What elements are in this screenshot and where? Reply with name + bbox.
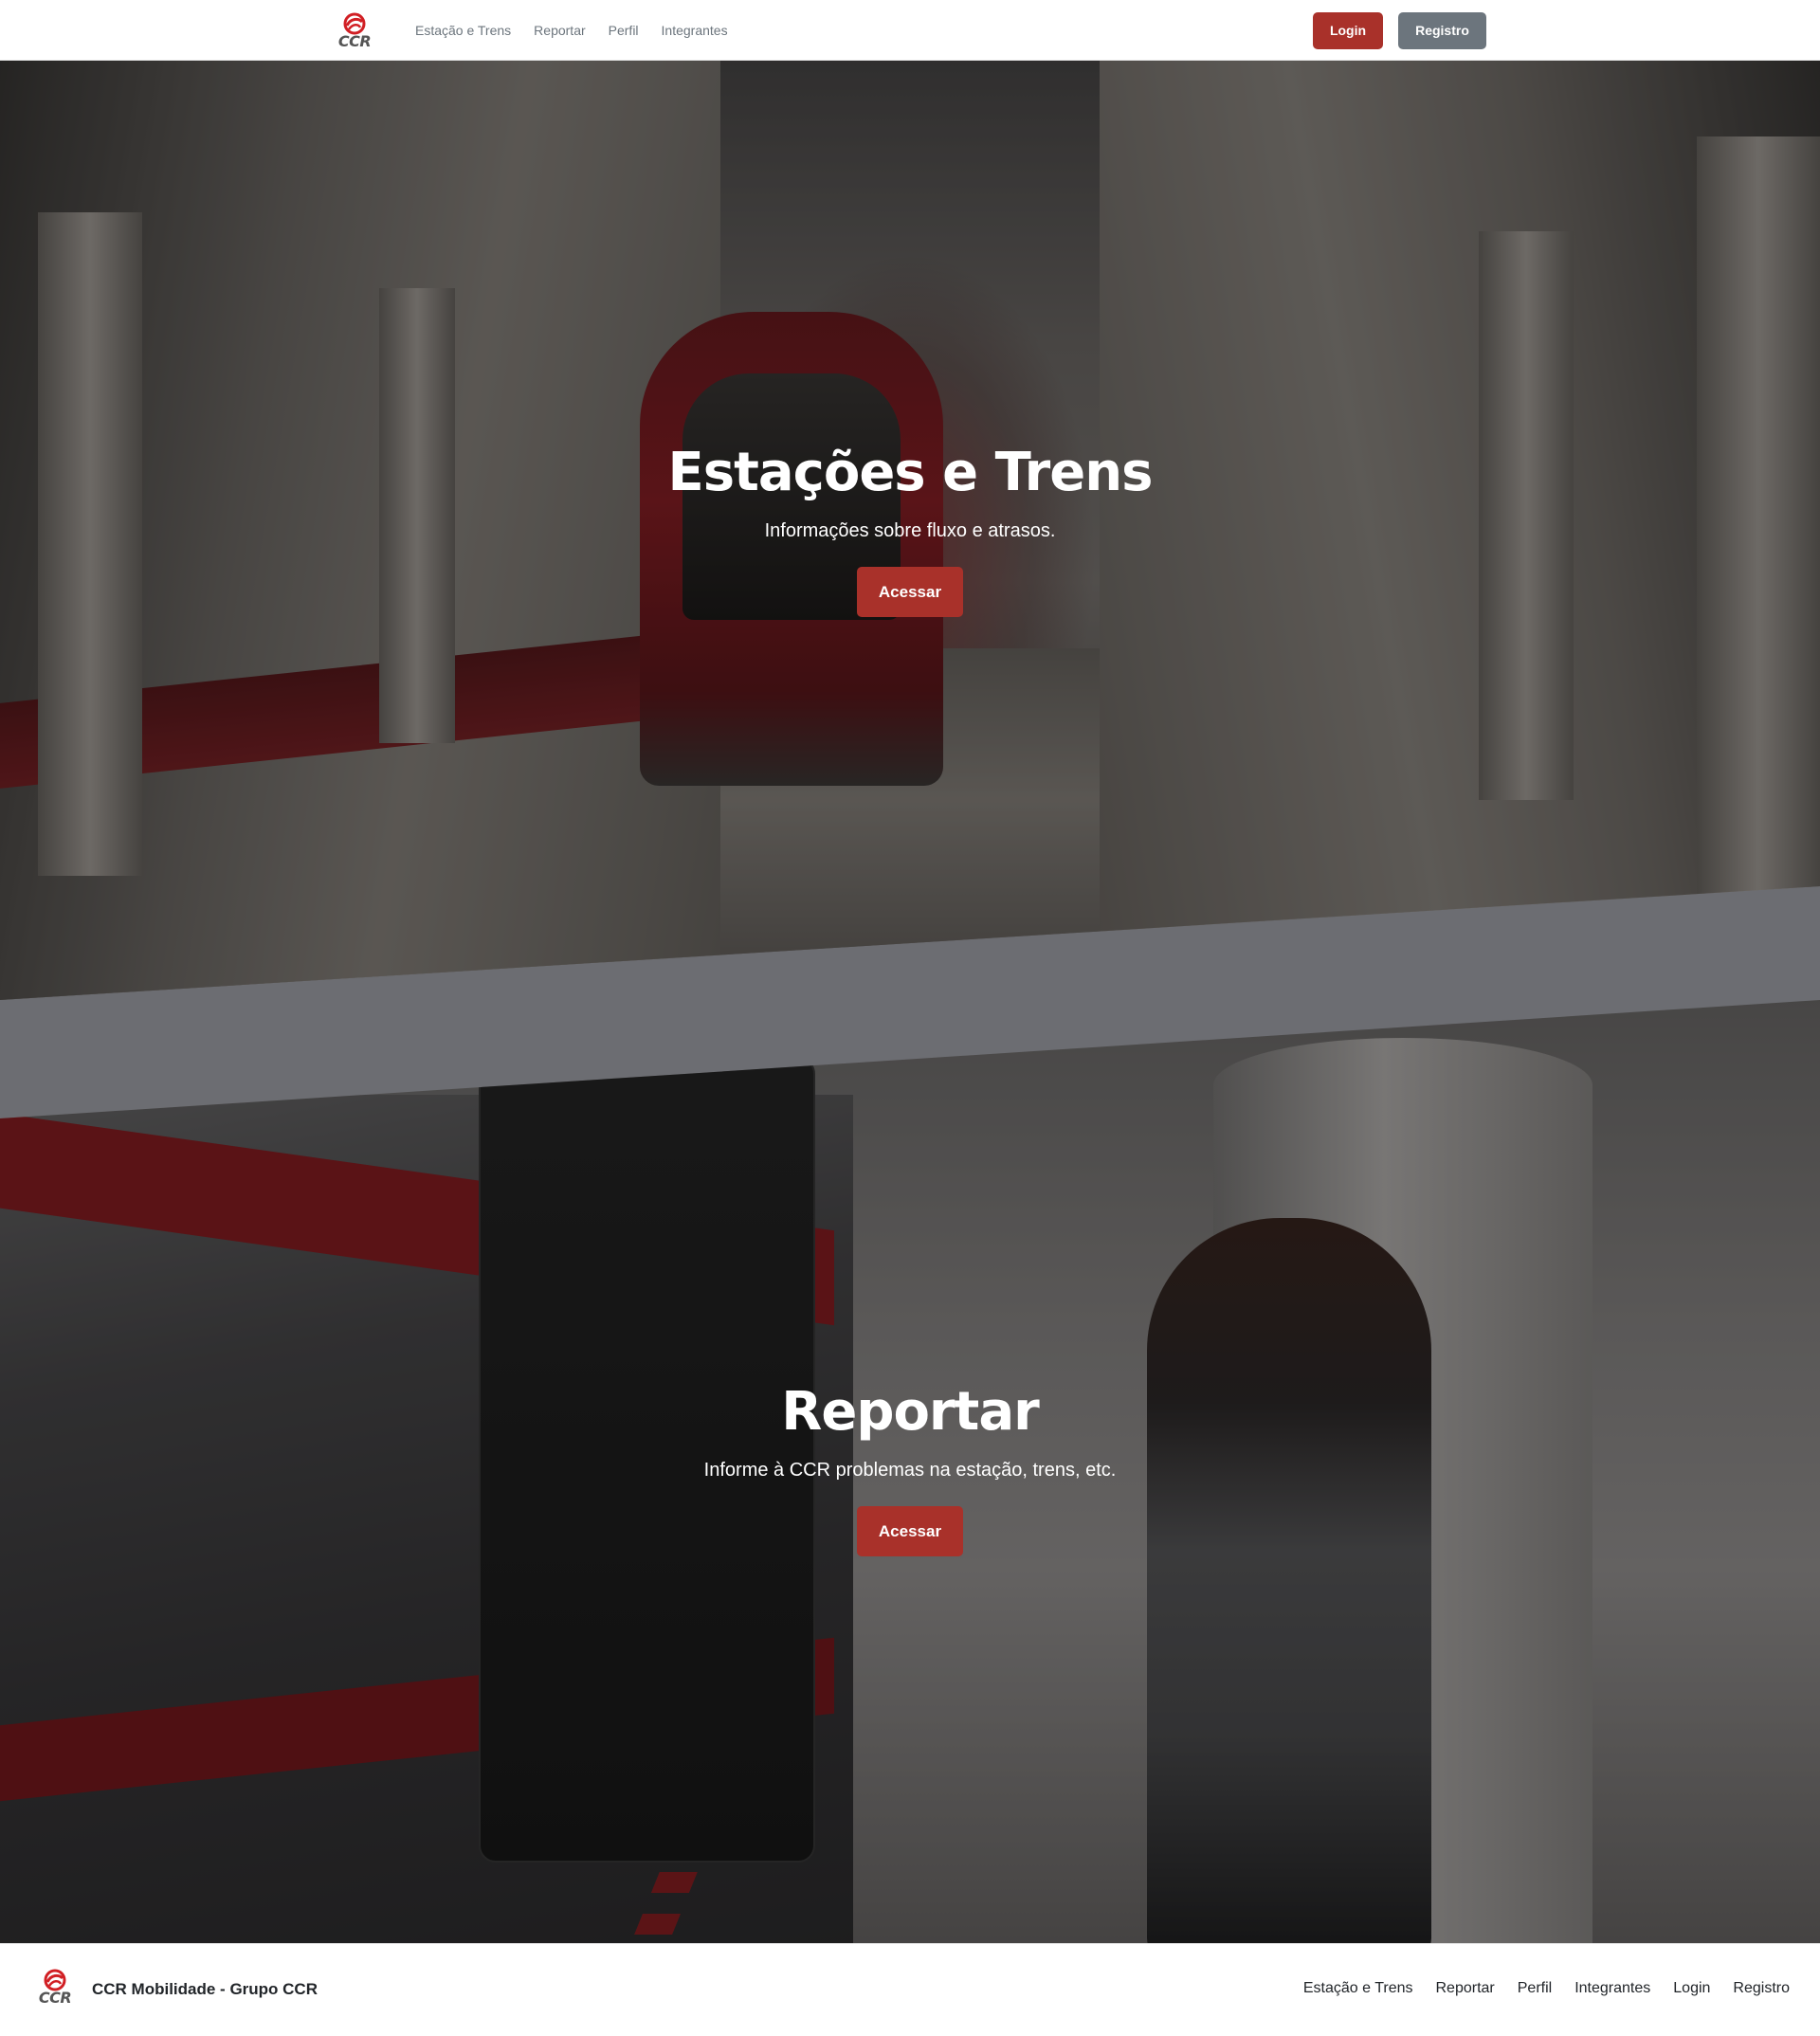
footer-link-reportar[interactable]: Reportar bbox=[1425, 1980, 1506, 1997]
nav-link-integrantes[interactable]: Integrantes bbox=[650, 23, 739, 38]
footer-link-registro[interactable]: Registro bbox=[1721, 1980, 1790, 1997]
hero-stations-subtitle: Informações sobre fluxo e atrasos. bbox=[764, 520, 1056, 541]
hero-stations: Estações e Trens Informações sobre fluxo… bbox=[0, 61, 1820, 1000]
ccr-logo-icon bbox=[343, 12, 366, 34]
login-button[interactable]: Login bbox=[1313, 11, 1383, 49]
hero-report-subtitle: Informe à CCR problemas na estação, tren… bbox=[703, 1460, 1117, 1481]
nav-link-reportar[interactable]: Reportar bbox=[522, 23, 596, 38]
hero-report-acessar-button[interactable]: Acessar bbox=[857, 1506, 963, 1556]
footer: CCR CCR Mobilidade - Grupo CCR Estação e… bbox=[0, 1943, 1820, 2036]
navbar-inner: CCR Estação e Trens Reportar Perfil Inte… bbox=[334, 0, 1486, 61]
footer-link-login[interactable]: Login bbox=[1662, 1980, 1721, 1997]
logo-text: CCR bbox=[337, 31, 372, 50]
nav-link-estacao-trens[interactable]: Estação e Trens bbox=[404, 23, 522, 38]
hero-stations-acessar-button[interactable]: Acessar bbox=[857, 567, 963, 617]
registro-button[interactable]: Registro bbox=[1398, 11, 1486, 49]
footer-logo-text: CCR bbox=[38, 1989, 72, 2007]
footer-ccr-logo[interactable]: CCR bbox=[38, 1969, 72, 2006]
footer-brand-name: CCR Mobilidade - Grupo CCR bbox=[92, 1980, 318, 1998]
navbar: CCR Estação e Trens Reportar Perfil Inte… bbox=[0, 0, 1820, 61]
hero-stations-content: Estações e Trens Informações sobre fluxo… bbox=[0, 442, 1820, 617]
hero-report-title: Reportar bbox=[781, 1381, 1039, 1443]
footer-link-perfil[interactable]: Perfil bbox=[1506, 1980, 1563, 1997]
footer-link-integrantes[interactable]: Integrantes bbox=[1563, 1980, 1662, 1997]
nav-links: Estação e Trens Reportar Perfil Integran… bbox=[404, 23, 739, 38]
footer-links: Estação e Trens Reportar Perfil Integran… bbox=[1292, 1980, 1790, 1997]
hero-stations-title: Estações e Trens bbox=[667, 442, 1154, 503]
ccr-logo[interactable]: CCR bbox=[334, 12, 375, 49]
hero-report: Reportar Informe à CCR problemas na esta… bbox=[0, 1000, 1820, 1948]
footer-link-estacao-trens[interactable]: Estação e Trens bbox=[1292, 1980, 1425, 1997]
hero-report-content: Reportar Informe à CCR problemas na esta… bbox=[0, 1381, 1820, 1556]
nav-link-perfil[interactable]: Perfil bbox=[597, 23, 650, 38]
